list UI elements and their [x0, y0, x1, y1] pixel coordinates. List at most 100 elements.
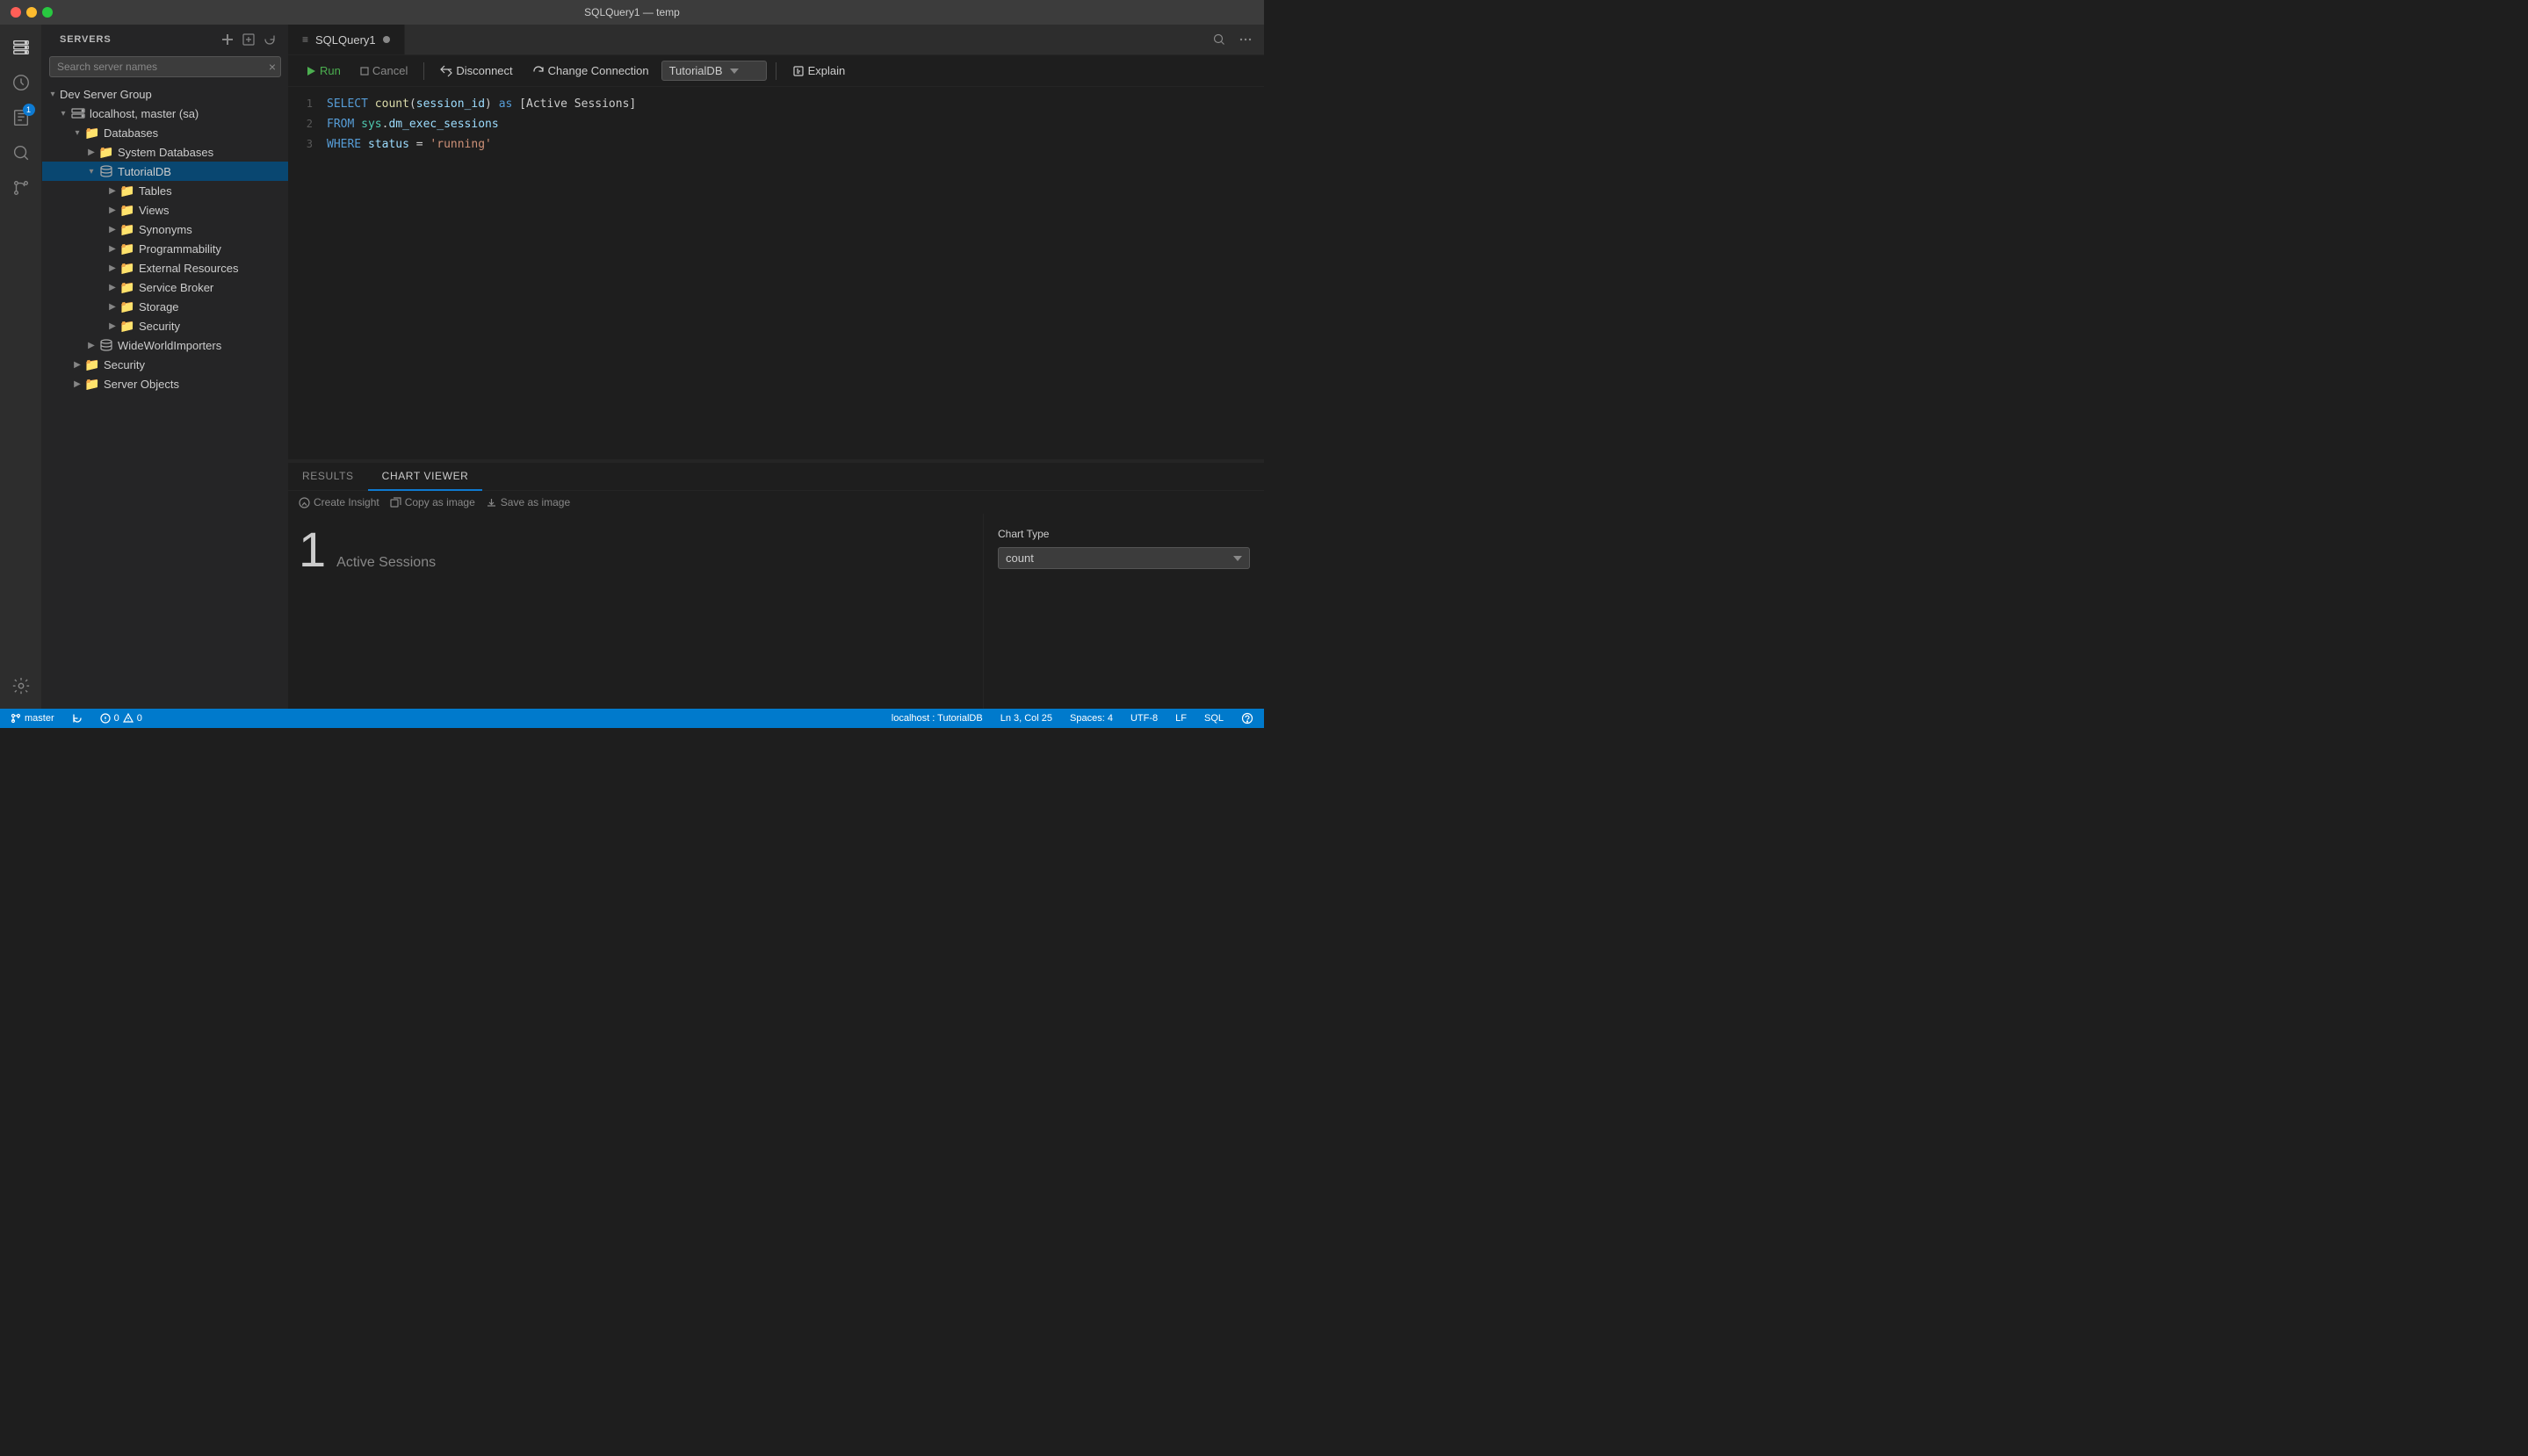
status-connection[interactable]: localhost : TutorialDB: [888, 709, 986, 728]
tree-wwi[interactable]: ▶ WideWorldImporters: [42, 335, 288, 355]
tree-synonyms[interactable]: ▶ 📁 Synonyms: [42, 220, 288, 239]
status-language[interactable]: SQL: [1201, 709, 1227, 728]
error-count: 0: [114, 713, 119, 724]
br-close: ): [485, 97, 499, 111]
tree-service-broker[interactable]: ▶ 📁 Service Broker: [42, 278, 288, 297]
databases-label: Databases: [104, 126, 158, 140]
tree-server[interactable]: ▾ localhost, master (sa): [42, 104, 288, 123]
cancel-button[interactable]: Cancel: [353, 61, 415, 80]
toolbar: Run Cancel Disconnect: [288, 55, 1264, 87]
status-cursor[interactable]: Ln 3, Col 25: [997, 709, 1056, 728]
tree-server-objects[interactable]: ▶ 📁 Server Objects: [42, 374, 288, 393]
kw-as: as: [499, 97, 513, 111]
explain-button[interactable]: Explain: [785, 61, 853, 80]
search-editor-icon[interactable]: [1208, 28, 1231, 51]
run-button[interactable]: Run: [299, 61, 348, 80]
alias-sessions: [Active Sessions]: [512, 97, 636, 111]
status-sync[interactable]: [69, 709, 86, 728]
status-bar: master 0 0 localhost : TutorialDB: [0, 709, 1264, 728]
copy-as-image-button[interactable]: Copy as image: [390, 496, 475, 508]
disconnect-button[interactable]: Disconnect: [433, 61, 519, 80]
broker-folder-icon: 📁: [119, 280, 135, 295]
db-dropdown[interactable]: TutorialDB: [661, 61, 767, 81]
folder-icon: 📁: [84, 126, 100, 141]
new-connection-icon[interactable]: [220, 32, 235, 47]
synonyms-folder-icon: 📁: [119, 222, 135, 237]
tree-programmability[interactable]: ▶ 📁 Programmability: [42, 239, 288, 258]
traffic-lights: [11, 7, 53, 18]
sidebar-item-git[interactable]: [5, 172, 37, 204]
tree-external-resources[interactable]: ▶ 📁 External Resources: [42, 258, 288, 278]
status-errors[interactable]: 0 0: [97, 709, 146, 728]
tree-container: ▾ Dev Server Group ▾ localhost, master (…: [42, 84, 288, 709]
system-db-arrow: ▶: [84, 148, 98, 157]
wwi-arrow: ▶: [84, 341, 98, 350]
warning-count: 0: [137, 713, 142, 724]
search-clear-icon[interactable]: ×: [269, 60, 276, 74]
tree-system-databases[interactable]: ▶ 📁 System Databases: [42, 142, 288, 162]
server-icon: [70, 106, 86, 120]
server-objects-label: Server Objects: [104, 378, 179, 391]
status-feedback-icon[interactable]: [1238, 709, 1257, 728]
sidebar-item-servers[interactable]: [5, 32, 37, 63]
sidebar-item-history[interactable]: [5, 67, 37, 98]
views-label: Views: [139, 204, 169, 217]
settings-icon[interactable]: [5, 670, 37, 702]
security-db-folder-icon: 📁: [119, 319, 135, 334]
close-button[interactable]: [11, 7, 21, 18]
tree-storage[interactable]: ▶ 📁 Storage: [42, 297, 288, 316]
tree-databases[interactable]: ▾ 📁 Databases: [42, 123, 288, 142]
tree-security-db[interactable]: ▶ 📁 Security: [42, 316, 288, 335]
fn-count: count: [375, 97, 409, 111]
code-editor[interactable]: 1 SELECT count(session_id) as [Active Se…: [288, 87, 1264, 459]
databases-arrow: ▾: [70, 128, 84, 138]
line-num-2: 2: [288, 115, 323, 133]
sidebar-header: SERVERS: [42, 25, 288, 53]
synonyms-label: Synonyms: [139, 223, 192, 236]
minimize-button[interactable]: [26, 7, 37, 18]
status-branch[interactable]: master: [7, 709, 58, 728]
sidebar-item-search[interactable]: [5, 137, 37, 169]
line-content-2: FROM sys.dm_exec_sessions: [323, 116, 1264, 133]
sidebar-header-icons: [220, 32, 278, 47]
tutorialdb-label: TutorialDB: [118, 165, 171, 178]
tree-security-server[interactable]: ▶ 📁 Security: [42, 355, 288, 374]
save-as-image-label: Save as image: [501, 496, 570, 508]
status-spaces[interactable]: Spaces: 4: [1066, 709, 1116, 728]
status-encoding[interactable]: UTF-8: [1127, 709, 1161, 728]
change-connection-button[interactable]: Change Connection: [525, 61, 656, 80]
db-selector: TutorialDB: [661, 61, 767, 81]
maximize-button[interactable]: [42, 7, 53, 18]
prog-folder-icon: 📁: [119, 241, 135, 256]
sidebar-item-notebooks[interactable]: 1: [5, 102, 37, 133]
chart-type-select[interactable]: count bar line scatter pie timeSeries ho…: [998, 547, 1250, 569]
security-server-arrow: ▶: [70, 360, 84, 370]
views-folder-icon: 📁: [119, 203, 135, 218]
activity-bar: 1: [0, 25, 42, 709]
database-icon: [98, 164, 114, 178]
tab-actions: [1201, 25, 1264, 54]
storage-arrow: ▶: [105, 302, 119, 312]
create-insight-button[interactable]: Create Insight: [299, 496, 379, 508]
tab-results[interactable]: RESULTS: [288, 463, 368, 491]
tree-group[interactable]: ▾ Dev Server Group: [42, 84, 288, 104]
col-session-id: session_id: [416, 97, 485, 111]
wwi-db-icon: [98, 338, 114, 352]
tree-views[interactable]: ▶ 📁 Views: [42, 200, 288, 220]
line-num-1: 1: [288, 95, 323, 112]
results-toolbar: Create Insight Copy as image Save as ima…: [288, 491, 1264, 514]
tab-chart-viewer[interactable]: CHART VIEWER: [368, 463, 483, 491]
search-box: ×: [49, 56, 281, 77]
tab-modified-dot: [383, 36, 390, 43]
editor-tab[interactable]: ≡ SQLQuery1: [288, 25, 405, 54]
tree-tutorialdb[interactable]: ▾ TutorialDB: [42, 162, 288, 181]
save-as-image-button[interactable]: Save as image: [486, 496, 570, 508]
new-query-icon[interactable]: [241, 32, 256, 47]
refresh-icon[interactable]: [262, 32, 278, 47]
disconnect-label: Disconnect: [456, 64, 512, 77]
change-connection-label: Change Connection: [548, 64, 649, 77]
status-line-ending[interactable]: LF: [1172, 709, 1190, 728]
more-actions-icon[interactable]: [1234, 28, 1257, 51]
search-input[interactable]: [49, 56, 281, 77]
tree-tables[interactable]: ▶ 📁 Tables: [42, 181, 288, 200]
